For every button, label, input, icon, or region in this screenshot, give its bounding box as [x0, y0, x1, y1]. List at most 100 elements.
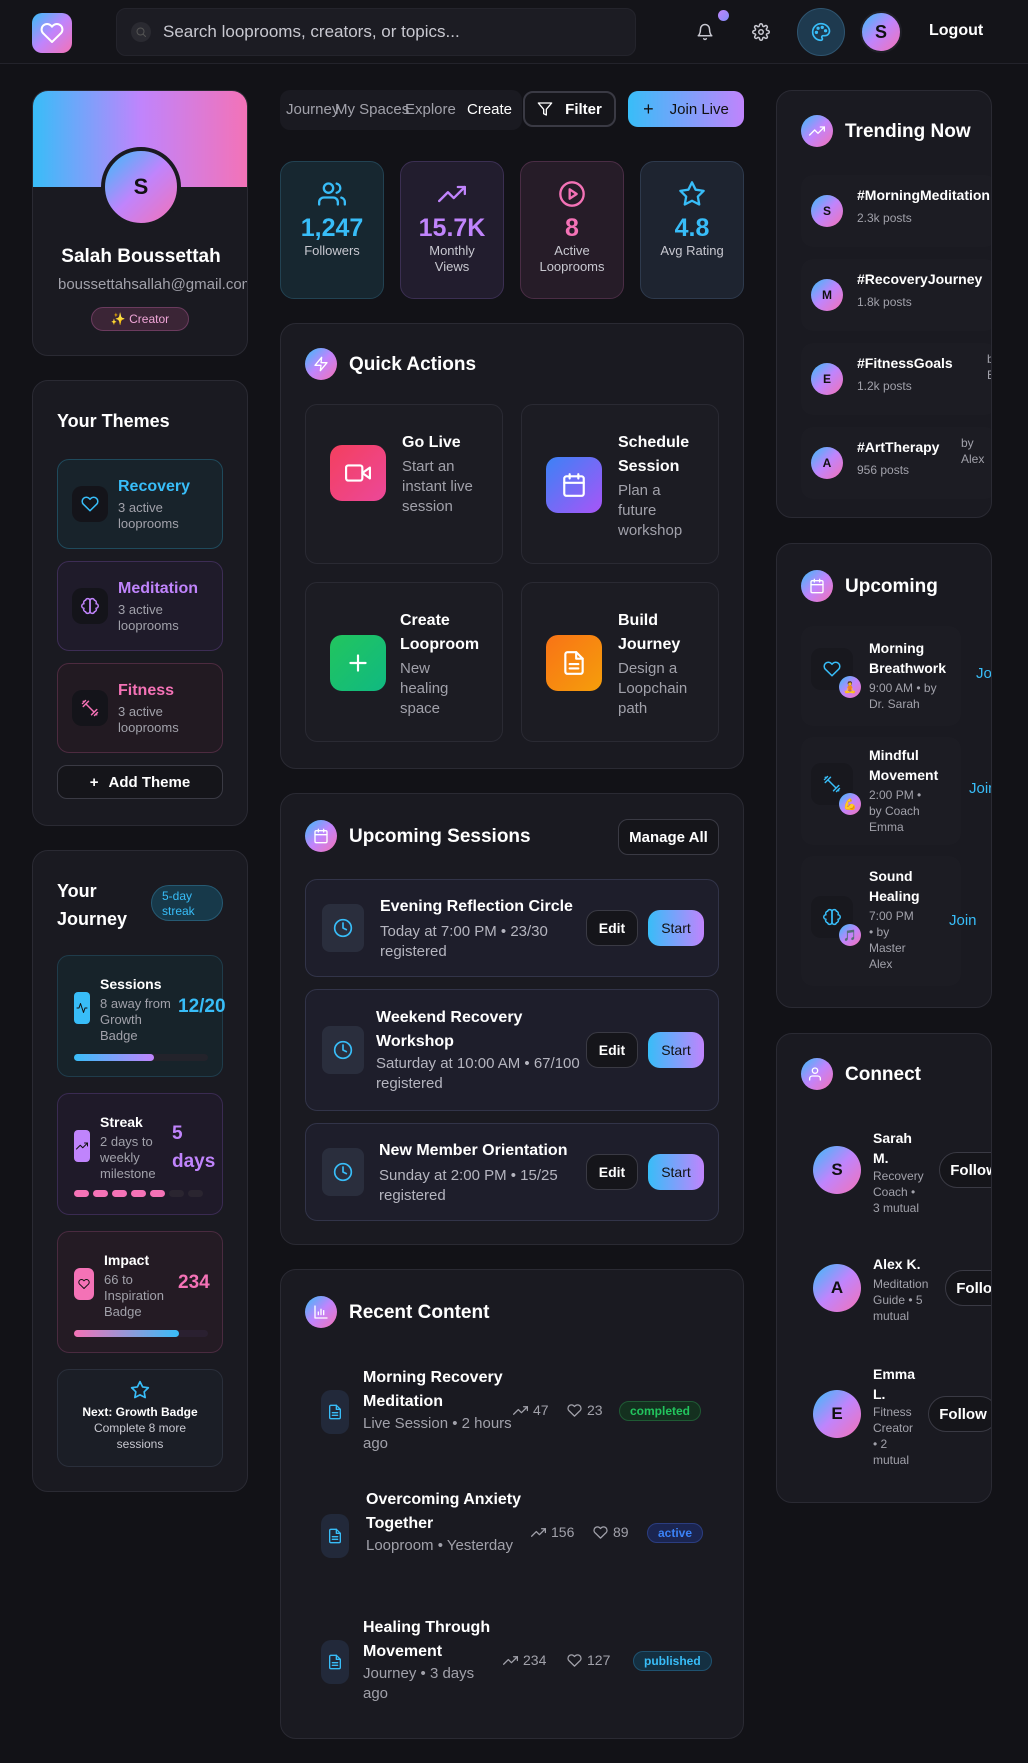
- user-avatar[interactable]: S: [813, 1146, 861, 1194]
- section-title: Connect: [845, 1064, 921, 1085]
- trending-author: by Alex: [961, 436, 985, 466]
- tab-explore[interactable]: Explore: [405, 101, 456, 118]
- like-count[interactable]: 89: [593, 1524, 629, 1540]
- journey-title: Your Journey: [57, 881, 128, 929]
- file-text-icon: [321, 1390, 349, 1434]
- next-badge-desc: Complete 8 more sessions: [93, 1421, 187, 1451]
- theme-fitness[interactable]: Fitness 3 active looprooms: [57, 663, 223, 753]
- content-row[interactable]: Overcoming Anxiety Together Looproom • Ye…: [305, 1491, 719, 1578]
- session-row[interactable]: New Member Orientation Sunday at 2:00 PM…: [305, 1123, 719, 1221]
- schedule-session-action[interactable]: Schedule Session Plan a future workshop: [521, 404, 719, 564]
- content-title: Overcoming Anxiety Together: [366, 1491, 522, 1532]
- trending-item[interactable]: M#RecoveryJourney1.8k postsbyMarcus: [801, 259, 991, 331]
- upcoming-item[interactable]: 💪 Mindful Movement 2:00 PM • by Coach Emma: [801, 737, 961, 845]
- like-count[interactable]: 23: [567, 1402, 603, 1418]
- session-title: Weekend Recovery Workshop: [376, 1009, 523, 1050]
- progress-fill: [74, 1054, 155, 1061]
- filter-button[interactable]: Filter: [523, 91, 616, 127]
- theme-recovery[interactable]: Recovery 3 active looprooms: [57, 459, 223, 549]
- recent-content-card: Recent Content Morning Recovery Meditatio…: [280, 1269, 744, 1739]
- app-logo-heart-icon[interactable]: [32, 13, 72, 53]
- view-count: 156: [531, 1524, 574, 1540]
- heart-icon: [74, 1268, 94, 1300]
- tab-create[interactable]: Create: [467, 101, 512, 118]
- edit-button[interactable]: Edit: [586, 910, 638, 946]
- section-title: Trending Now: [845, 121, 971, 142]
- start-button[interactable]: Start: [648, 1154, 704, 1190]
- heart-icon: [567, 1403, 582, 1417]
- logout-button[interactable]: Logout: [929, 22, 983, 40]
- heart-icon: [72, 486, 108, 522]
- hashtag: #MorningMeditation: [857, 187, 990, 203]
- event-title: Sound Healing: [869, 868, 920, 904]
- stat-value: 8: [565, 214, 579, 242]
- follow-button[interactable]: Follow: [928, 1396, 991, 1432]
- star-icon: [130, 1380, 150, 1400]
- manage-all-button[interactable]: Manage All: [618, 819, 719, 855]
- creator-avatar: S: [811, 195, 843, 227]
- streak-day-dot: [150, 1190, 165, 1197]
- session-row[interactable]: Evening Reflection Circle Today at 7:00 …: [305, 879, 719, 977]
- action-desc: Start an instant live session: [402, 458, 473, 515]
- bar-chart-icon: [305, 1296, 337, 1328]
- add-theme-button[interactable]: + Add Theme: [57, 765, 223, 799]
- start-button[interactable]: Start: [648, 1032, 704, 1068]
- user-avatar[interactable]: S: [860, 11, 902, 53]
- status-badge: published: [633, 1651, 712, 1671]
- trending-up-icon: [74, 1130, 90, 1162]
- section-title: Upcoming: [845, 576, 938, 597]
- video-icon: [330, 445, 386, 501]
- edit-button[interactable]: Edit: [586, 1032, 638, 1068]
- play-circle-icon: [558, 180, 586, 208]
- event-title: Mindful Movement: [869, 747, 939, 783]
- section-title: Quick Actions: [349, 354, 477, 375]
- user-avatar[interactable]: A: [813, 1264, 861, 1312]
- create-looproom-action[interactable]: Create Looproom New healing space: [305, 582, 503, 742]
- join-button[interactable]: Join: [976, 665, 991, 682]
- tab-journey[interactable]: Journey: [286, 101, 339, 118]
- user-name: Sarah M.: [873, 1130, 912, 1166]
- post-count: 1.2k posts: [857, 379, 912, 393]
- clock-icon: [322, 1026, 364, 1074]
- join-button[interactable]: Join: [969, 780, 991, 797]
- tab-my-spaces[interactable]: My Spaces: [335, 101, 409, 118]
- event-time: 9:00 AM • by Dr. Sarah: [869, 681, 937, 711]
- file-text-icon: [321, 1514, 349, 1558]
- action-desc: New healing space: [400, 660, 449, 717]
- follow-button[interactable]: Follow: [945, 1270, 991, 1306]
- user-avatar[interactable]: E: [813, 1390, 861, 1438]
- start-button[interactable]: Start: [648, 910, 704, 946]
- like-count[interactable]: 127: [567, 1652, 610, 1668]
- session-title: New Member Orientation: [379, 1142, 568, 1159]
- trending-item[interactable]: E #FitnessGoals 1.2k posts byEmma: [801, 343, 991, 415]
- search-input[interactable]: [163, 22, 623, 42]
- trending-item[interactable]: S#MorningMeditation2.3k postsbySarah: [801, 175, 991, 247]
- build-journey-action[interactable]: Build Journey Design a Loopchain path: [521, 582, 719, 742]
- join-button[interactable]: Join: [949, 912, 977, 929]
- theme-count: 3 active looprooms: [118, 704, 179, 735]
- theme-palette-icon[interactable]: [797, 8, 845, 56]
- event-time: 2:00 PM • by Coach Emma: [869, 788, 922, 834]
- edit-button[interactable]: Edit: [586, 1154, 638, 1190]
- upcoming-item[interactable]: 🧘 Morning Breathwork 9:00 AM • by Dr. Sara…: [801, 626, 961, 726]
- content-row[interactable]: Healing Through Movement Journey • 3 days…: [305, 1616, 719, 1712]
- upcoming-item[interactable]: 🎵 Sound Healing 7:00 PM • by Master Alex: [801, 856, 961, 986]
- host-avatar: 🧘: [839, 676, 861, 698]
- theme-meditation[interactable]: Meditation 3 active looprooms: [57, 561, 223, 651]
- session-desc: Today at 7:00 PM • 23/30 registered: [380, 923, 548, 960]
- themes-card: Your Themes Recovery 3 active looprooms M…: [32, 380, 248, 826]
- session-row[interactable]: Weekend Recovery Workshop Saturday at 10:…: [305, 989, 719, 1111]
- stat-label: Active Loop­rooms: [539, 243, 605, 274]
- creator-badge: ✨ Creator: [91, 307, 189, 331]
- trending-item[interactable]: A #ArtTherapy 956 posts by Alex: [801, 427, 991, 499]
- search-bar[interactable]: [116, 8, 636, 56]
- content-row[interactable]: Morning Recovery Meditation Live Session …: [305, 1366, 719, 1462]
- host-avatar: 💪: [839, 793, 861, 815]
- go-live-action[interactable]: Go Live Start an instant live session: [305, 404, 503, 564]
- profile-avatar[interactable]: S: [101, 147, 181, 227]
- settings-gear-icon[interactable]: [741, 12, 781, 52]
- follow-button[interactable]: Follow: [939, 1152, 991, 1188]
- plus-icon: [330, 635, 386, 691]
- join-live-button[interactable]: + Join Live: [628, 91, 744, 127]
- stat-label: Followers: [304, 243, 360, 258]
